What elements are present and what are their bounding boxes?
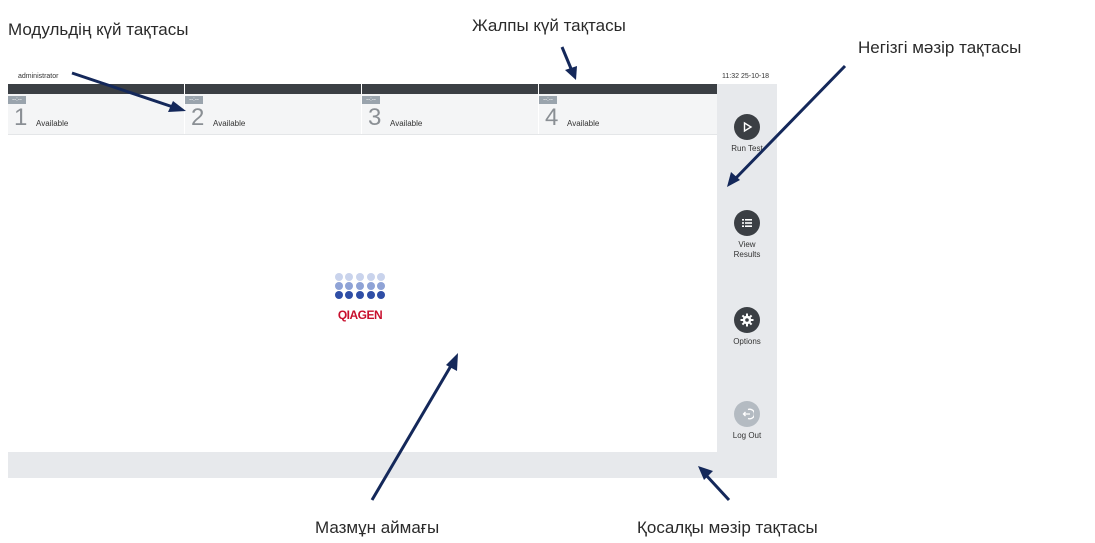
- arrow-head: [168, 101, 186, 112]
- annotation-arrows: [71, 46, 847, 502]
- arrow-module-status: [71, 71, 177, 110]
